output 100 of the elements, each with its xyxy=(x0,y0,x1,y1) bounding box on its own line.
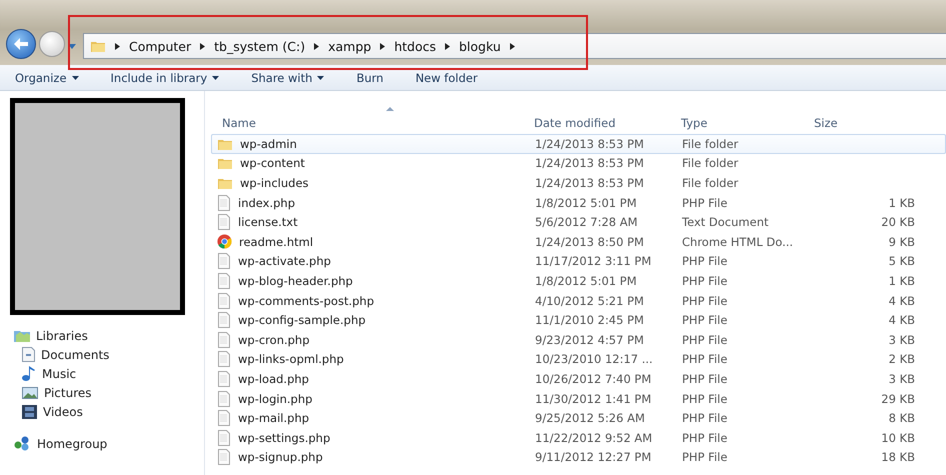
file-name: wp-login.php xyxy=(238,392,312,406)
file-name: wp-cron.php xyxy=(238,332,310,347)
type-cell-text: PHP File xyxy=(681,450,728,464)
column-header[interactable]: Type xyxy=(670,116,812,130)
type-cell-text: PHP File xyxy=(681,196,728,210)
file-row[interactable]: wp-settings.php 11/22/2012 9:52 AM PHP File 10 KB xyxy=(211,428,946,448)
size-cell-text: 9 KB xyxy=(888,234,916,249)
breadcrumb[interactable]: tb_system (C:) xyxy=(214,38,306,54)
file-row[interactable]: wp-signup.php 9/11/2012 12:27 PM PHP File 18 KB xyxy=(211,448,946,468)
date-cell-text: 11/30/2012 1:41 PM xyxy=(534,392,652,406)
type-cell-text: Text Document xyxy=(681,215,770,230)
nav-item[interactable]: Libraries xyxy=(0,326,204,345)
nav-item[interactable]: Music xyxy=(0,364,204,383)
file-icon xyxy=(217,410,231,426)
size-cell-text: 4 KB xyxy=(888,294,916,308)
arrow-left-icon xyxy=(14,38,28,50)
date-cell-text: 4/10/2012 5:21 PM xyxy=(534,294,645,308)
address-bar[interactable]: Computer tb_system (C:) xampp htdocs blogku xyxy=(83,33,946,59)
file-icon xyxy=(217,214,231,230)
file-icon xyxy=(217,292,231,309)
homegroup-icon xyxy=(14,436,31,451)
file-name: index.php xyxy=(238,196,296,210)
type-cell-text: PHP File xyxy=(681,313,728,328)
file-row[interactable]: wp-includes 1/24/2013 8:53 PM File folder xyxy=(211,173,946,193)
file-name: readme.html xyxy=(239,234,314,249)
file-row[interactable]: license.txt 5/6/2012 7:28 AM Text Document 20 KB xyxy=(211,212,946,232)
file-row[interactable]: wp-blog-header.php 1/8/2012 5:01 PM PHP File 1 KB xyxy=(211,271,946,291)
file-icon xyxy=(217,332,231,348)
file-row[interactable]: wp-admin 1/24/2013 8:53 PM File folder xyxy=(211,134,946,154)
file-name: wp-content xyxy=(240,156,305,170)
picture-icon xyxy=(22,386,38,398)
file-name: wp-comments-post.php xyxy=(238,294,374,308)
date-cell-text: 1/8/2012 5:01 PM xyxy=(534,196,638,210)
back-button[interactable] xyxy=(6,29,36,59)
file-row[interactable]: index.php 1/8/2012 5:01 PM PHP File 1 KB xyxy=(211,192,946,212)
caret-icon xyxy=(72,76,79,80)
size-cell-text: 4 KB xyxy=(888,313,916,328)
chevron-icon xyxy=(380,42,386,50)
date-cell-text: 11/22/2012 9:52 AM xyxy=(534,430,654,445)
folder-icon xyxy=(90,39,106,53)
folder-icon xyxy=(217,156,233,170)
file-row[interactable]: wp-config-sample.php 11/1/2010 2:45 PM PHP File 4 KB xyxy=(211,310,946,330)
music-note-icon xyxy=(22,366,36,381)
nav-item[interactable]: Pictures xyxy=(0,383,204,402)
type-cell-text: PHP File xyxy=(681,352,728,366)
date-cell-text: 1/24/2013 8:53 PM xyxy=(534,136,645,151)
toolbar-button[interactable]: Burn xyxy=(349,68,390,86)
file-row[interactable]: wp-links-opml.php 10/23/2010 12:17 ... PHP File 2 KB xyxy=(211,350,946,370)
file-row[interactable]: wp-comments-post.php 4/10/2012 5:21 PM PHP File 4 KB xyxy=(211,290,946,310)
file-row[interactable]: wp-mail.php 9/25/2012 5:26 AM PHP File 8 KB xyxy=(211,408,946,428)
type-cell-text: File folder xyxy=(681,136,740,151)
document-icon xyxy=(22,347,35,362)
breadcrumb[interactable]: xampp xyxy=(328,38,372,54)
file-name: wp-load.php xyxy=(238,372,309,386)
type-cell-text: File folder xyxy=(681,176,740,190)
file-row[interactable]: wp-login.php 11/30/2012 1:41 PM PHP File 29 KB xyxy=(211,388,946,408)
file-name: wp-admin xyxy=(240,136,297,151)
breadcrumb[interactable]: Computer xyxy=(129,38,192,54)
chevron-icon xyxy=(314,42,320,50)
file-icon xyxy=(217,312,231,328)
size-cell-text: 18 KB xyxy=(880,450,916,464)
file-row[interactable]: wp-activate.php 11/17/2012 3:11 PM PHP File 5 KB xyxy=(211,252,946,272)
file-icon xyxy=(217,430,231,446)
toolbar-button[interactable]: Include in library xyxy=(104,68,226,86)
column-header[interactable]: Date modified xyxy=(523,116,670,130)
file-name: wp-mail.php xyxy=(238,411,310,426)
caret-icon xyxy=(317,76,324,80)
file-name: license.txt xyxy=(238,215,298,230)
film-icon xyxy=(22,404,37,418)
date-cell-text: 10/23/2010 12:17 ... xyxy=(534,352,654,366)
toolbar-button[interactable]: New folder xyxy=(408,68,485,86)
file-name: wp-activate.php xyxy=(238,254,331,268)
type-cell-text: PHP File xyxy=(681,332,728,347)
breadcrumb[interactable]: blogku xyxy=(459,38,501,54)
file-row[interactable]: wp-load.php 10/26/2012 7:40 PM PHP File 3 KB xyxy=(211,369,946,389)
date-cell-text: 9/23/2012 4:57 PM xyxy=(534,332,645,347)
column-header[interactable]: Size xyxy=(812,116,920,130)
date-cell-text: 11/17/2012 3:11 PM xyxy=(534,254,652,268)
file-icon xyxy=(217,194,231,211)
type-cell-text: PHP File xyxy=(681,274,728,288)
nav-item[interactable]: Videos xyxy=(0,402,204,421)
history-dropdown-icon[interactable] xyxy=(68,44,76,49)
size-cell-text: 5 KB xyxy=(888,254,916,268)
file-icon xyxy=(217,390,231,407)
toolbar-button[interactable]: Organize xyxy=(8,68,86,86)
file-icon xyxy=(217,253,231,270)
date-cell-text: 1/8/2012 5:01 PM xyxy=(534,274,638,288)
toolbar-button[interactable]: Share with xyxy=(244,68,332,86)
file-row[interactable]: wp-content 1/24/2013 8:53 PM File folder xyxy=(211,154,946,174)
type-cell-text: PHP File xyxy=(681,430,728,445)
nav-item[interactable]: Homegroup xyxy=(0,434,204,453)
nav-item[interactable]: Documents xyxy=(0,345,204,364)
file-row[interactable]: wp-cron.php 9/23/2012 4:57 PM PHP File 3 KB xyxy=(211,330,946,350)
file-icon xyxy=(217,351,231,368)
chrome-icon xyxy=(217,234,232,250)
size-cell-text: 29 KB xyxy=(880,392,916,406)
breadcrumb[interactable]: htdocs xyxy=(394,38,436,54)
type-cell-text: File folder xyxy=(681,156,740,170)
file-row[interactable]: readme.html 1/24/2013 8:50 PM Chrome HTML Do... 9 KB xyxy=(211,232,946,252)
column-header[interactable]: Name xyxy=(211,116,523,130)
